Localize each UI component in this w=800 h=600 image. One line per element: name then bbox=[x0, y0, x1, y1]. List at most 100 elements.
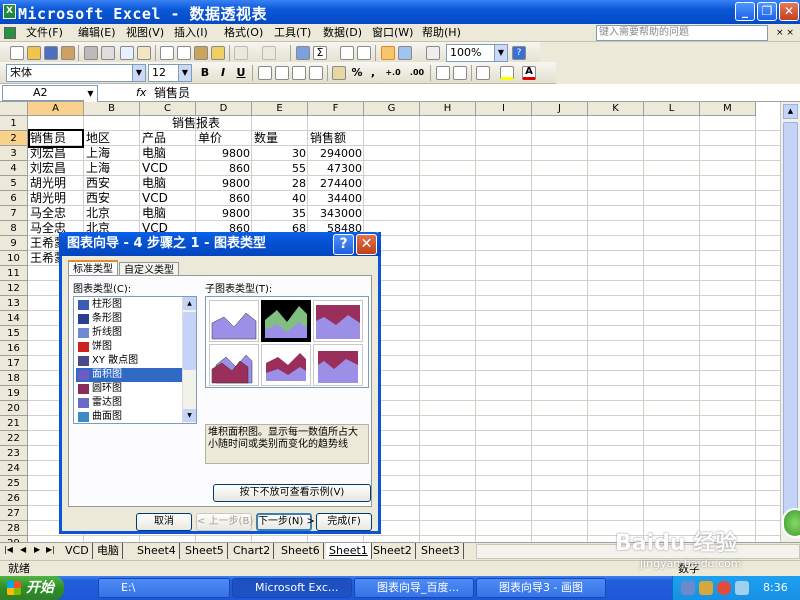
format-painter-icon[interactable] bbox=[211, 46, 225, 60]
dialog-help-button[interactable]: ? bbox=[333, 234, 354, 255]
increase-indent-icon[interactable] bbox=[453, 66, 467, 80]
row-header[interactable]: 24 bbox=[0, 461, 28, 476]
row-header[interactable]: 27 bbox=[0, 506, 28, 521]
decrease-decimal-button[interactable]: .00 bbox=[406, 65, 428, 81]
window-title-bar[interactable]: X Microsoft Excel - 数据透视表 _ ❐ ✕ bbox=[0, 0, 800, 24]
cell[interactable]: VCD bbox=[142, 191, 194, 206]
tab-scroll-next-icon[interactable]: ▶ bbox=[34, 545, 40, 554]
row-header[interactable]: 22 bbox=[0, 431, 28, 446]
column-header[interactable]: I bbox=[476, 102, 532, 116]
vertical-scrollbar[interactable]: ▲ bbox=[780, 102, 800, 542]
row-header[interactable]: 21 bbox=[0, 416, 28, 431]
column-header[interactable]: M bbox=[700, 102, 756, 116]
help-icon[interactable]: ? bbox=[512, 46, 526, 60]
row-header[interactable]: 13 bbox=[0, 296, 28, 311]
cell[interactable]: 9800 bbox=[198, 146, 250, 161]
copy-icon[interactable] bbox=[177, 46, 191, 60]
column-header[interactable]: B bbox=[84, 102, 140, 116]
chevron-down-icon[interactable]: ▼ bbox=[494, 45, 507, 61]
list-scrollbar[interactable]: ▲ ▼ bbox=[182, 297, 196, 423]
row-header[interactable]: 8 bbox=[0, 221, 28, 236]
cell[interactable]: 地区 bbox=[86, 131, 138, 146]
row-header[interactable]: 25 bbox=[0, 476, 28, 491]
clock[interactable]: 8:36 bbox=[763, 581, 788, 594]
chevron-down-icon[interactable]: ▼ bbox=[84, 86, 97, 102]
subtype-3d-percent-area[interactable] bbox=[313, 344, 363, 386]
back-button[interactable]: < 上一步(B) bbox=[196, 513, 253, 531]
menu-insert[interactable]: 插入(I) bbox=[174, 25, 208, 41]
subtype-area[interactable] bbox=[209, 300, 259, 342]
cell[interactable]: 860 bbox=[198, 191, 250, 206]
row-header[interactable]: 14 bbox=[0, 311, 28, 326]
menu-file[interactable]: 文件(F) bbox=[26, 25, 63, 41]
row-header[interactable]: 20 bbox=[0, 401, 28, 416]
task-browser[interactable]: 图表向导_百度... bbox=[354, 578, 474, 598]
chart-type-item[interactable]: 条形图 bbox=[76, 312, 182, 326]
sheet-tab[interactable]: VCD bbox=[62, 543, 93, 559]
task-paint[interactable]: 图表向导3 - 画图 bbox=[476, 578, 606, 598]
column-header[interactable]: A bbox=[28, 102, 84, 116]
chart-type-item[interactable]: 饼图 bbox=[76, 340, 182, 354]
restore-button[interactable]: ❐ bbox=[757, 2, 777, 21]
borders-icon[interactable] bbox=[476, 66, 490, 80]
currency-icon[interactable] bbox=[332, 66, 346, 80]
italic-button[interactable]: I bbox=[215, 65, 231, 81]
row-header[interactable]: 9 bbox=[0, 236, 28, 251]
subtype-stacked-area[interactable] bbox=[261, 300, 311, 342]
permission-icon[interactable] bbox=[61, 46, 75, 60]
cell[interactable]: 电脑 bbox=[142, 176, 194, 191]
column-header[interactable]: K bbox=[588, 102, 644, 116]
scroll-down-arrow[interactable]: ▼ bbox=[183, 409, 196, 422]
row-header[interactable]: 2 bbox=[0, 131, 28, 146]
menu-tools[interactable]: 工具(T) bbox=[274, 25, 311, 41]
menu-format[interactable]: 格式(O) bbox=[224, 25, 263, 41]
select-all-corner[interactable] bbox=[0, 102, 28, 116]
autosum-icon[interactable]: Σ bbox=[313, 46, 327, 60]
cell[interactable]: 34400 bbox=[310, 191, 362, 206]
cell[interactable]: 40 bbox=[254, 191, 306, 206]
sheet-tab[interactable]: Sheet3 bbox=[418, 543, 464, 559]
chart-type-item[interactable]: 柱形图 bbox=[76, 298, 182, 312]
chart-type-item[interactable]: 圆环图 bbox=[76, 382, 182, 396]
cell[interactable]: 294000 bbox=[310, 146, 362, 161]
cell[interactable]: 销售额 bbox=[310, 131, 362, 146]
sort-descending-icon[interactable] bbox=[357, 46, 371, 60]
minimize-button[interactable]: _ bbox=[735, 2, 755, 21]
subtype-percent-area[interactable] bbox=[313, 300, 363, 342]
task-excel[interactable]: Microsoft Exc... bbox=[232, 578, 352, 598]
row-header[interactable]: 3 bbox=[0, 146, 28, 161]
underline-button[interactable]: U bbox=[233, 65, 249, 81]
sheet-tab[interactable]: Sheet1 bbox=[326, 543, 372, 559]
cell[interactable]: 销售员 bbox=[28, 129, 84, 148]
cell[interactable]: 30 bbox=[254, 146, 306, 161]
cell[interactable]: 28 bbox=[254, 176, 306, 191]
cell[interactable]: 销售报表 bbox=[30, 116, 362, 131]
task-explorer[interactable]: E:\ bbox=[98, 578, 230, 598]
chart-type-list[interactable]: 柱形图 条形图 折线图 饼图 XY 散点图 面积图 圆环图 雷达图 曲面图 ▲ ▼ bbox=[73, 296, 197, 424]
close-button[interactable]: ✕ bbox=[779, 2, 799, 21]
column-header[interactable]: J bbox=[532, 102, 588, 116]
start-button[interactable]: 开始 bbox=[0, 576, 64, 600]
zoom-select[interactable]: 100% ▼ bbox=[446, 44, 508, 62]
open-icon[interactable] bbox=[27, 46, 41, 60]
print-preview-icon[interactable] bbox=[101, 46, 115, 60]
sheet-tab[interactable]: Sheet6 bbox=[278, 543, 324, 559]
next-button[interactable]: 下一步(N) > bbox=[256, 513, 315, 531]
sheet-tab[interactable]: Chart2 bbox=[230, 543, 275, 559]
row-header[interactable]: 7 bbox=[0, 206, 28, 221]
cell[interactable]: 274400 bbox=[310, 176, 362, 191]
row-header[interactable]: 28 bbox=[0, 521, 28, 536]
chevron-down-icon[interactable]: ▼ bbox=[178, 65, 191, 81]
cell[interactable]: 马全忠 bbox=[30, 206, 82, 221]
column-header[interactable]: L bbox=[644, 102, 700, 116]
cell[interactable]: 胡光明 bbox=[30, 191, 82, 206]
sheet-tab[interactable]: Sheet5 bbox=[182, 543, 228, 559]
cell[interactable]: 上海 bbox=[86, 161, 138, 176]
fill-color-icon[interactable] bbox=[500, 66, 514, 80]
column-header[interactable]: G bbox=[364, 102, 420, 116]
tray-icon[interactable] bbox=[735, 581, 749, 595]
menu-data[interactable]: 数据(D) bbox=[323, 25, 362, 41]
cell[interactable]: 单价 bbox=[198, 131, 250, 146]
column-header[interactable]: H bbox=[420, 102, 476, 116]
font-select[interactable]: 宋体 ▼ bbox=[6, 64, 146, 82]
